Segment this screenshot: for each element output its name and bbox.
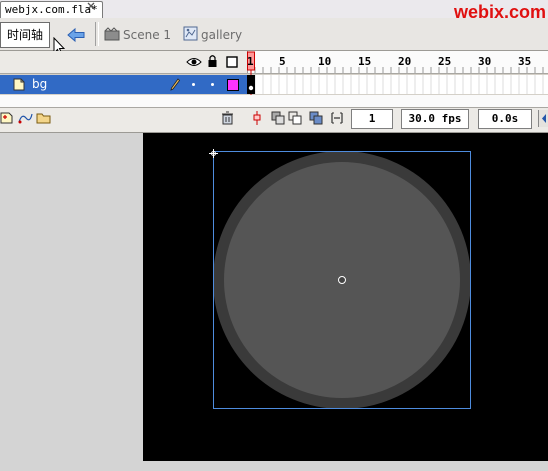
- layers-empty-area: [0, 95, 548, 107]
- modify-onion-markers-icon[interactable]: [330, 111, 344, 125]
- layer-name[interactable]: bg: [32, 76, 47, 93]
- lock-icon[interactable]: [207, 54, 218, 68]
- elapsed-time-field: 0.0s: [478, 109, 532, 129]
- pencil-icon: [170, 78, 181, 91]
- back-arrow-icon[interactable]: [66, 26, 86, 44]
- edit-multiple-frames-icon[interactable]: [309, 111, 323, 125]
- add-motion-guide-icon[interactable]: [17, 111, 33, 125]
- center-frame-icon[interactable]: [251, 111, 263, 125]
- breadcrumb-scene[interactable]: Scene 1: [123, 26, 171, 44]
- layer-outline-color-swatch[interactable]: [227, 79, 239, 91]
- frame-number: 1: [247, 55, 254, 68]
- frame-rate-field[interactable]: 30.0 fps: [401, 109, 469, 129]
- frame-number: 5: [279, 55, 286, 68]
- transformation-point[interactable]: [338, 276, 346, 284]
- current-frame-field: 1: [351, 109, 393, 129]
- frame-number: 15: [358, 55, 372, 68]
- add-layer-icon[interactable]: [0, 111, 14, 125]
- visibility-dot[interactable]: [192, 83, 195, 86]
- frame-number: 25: [438, 55, 452, 68]
- lock-dot[interactable]: [211, 83, 214, 86]
- close-icon[interactable]: [86, 1, 96, 11]
- trash-icon[interactable]: [221, 111, 234, 125]
- layer-icon: [13, 78, 25, 91]
- frame-number: 35: [518, 55, 532, 68]
- scene-icon: [104, 27, 120, 41]
- outline-icon[interactable]: [226, 56, 238, 68]
- frame-number: 10: [318, 55, 332, 68]
- timeline-toggle-button[interactable]: 时间轴: [0, 22, 50, 48]
- add-folder-icon[interactable]: [36, 111, 52, 125]
- registration-point-icon: [209, 147, 218, 158]
- frame-row[interactable]: [247, 75, 548, 94]
- movie-clip-icon: [183, 26, 198, 41]
- onion-skin-outlines-icon[interactable]: [288, 111, 302, 125]
- scroll-left-icon[interactable]: [538, 110, 548, 127]
- document-tab-title: webjx.com.fla*: [5, 3, 98, 16]
- eye-icon[interactable]: [186, 56, 202, 68]
- edit-bar-divider: [95, 22, 99, 46]
- onion-skin-icon[interactable]: [271, 111, 285, 125]
- breadcrumb-symbol[interactable]: gallery: [201, 26, 242, 44]
- frame-number: 20: [398, 55, 412, 68]
- frame-number: 30: [478, 55, 492, 68]
